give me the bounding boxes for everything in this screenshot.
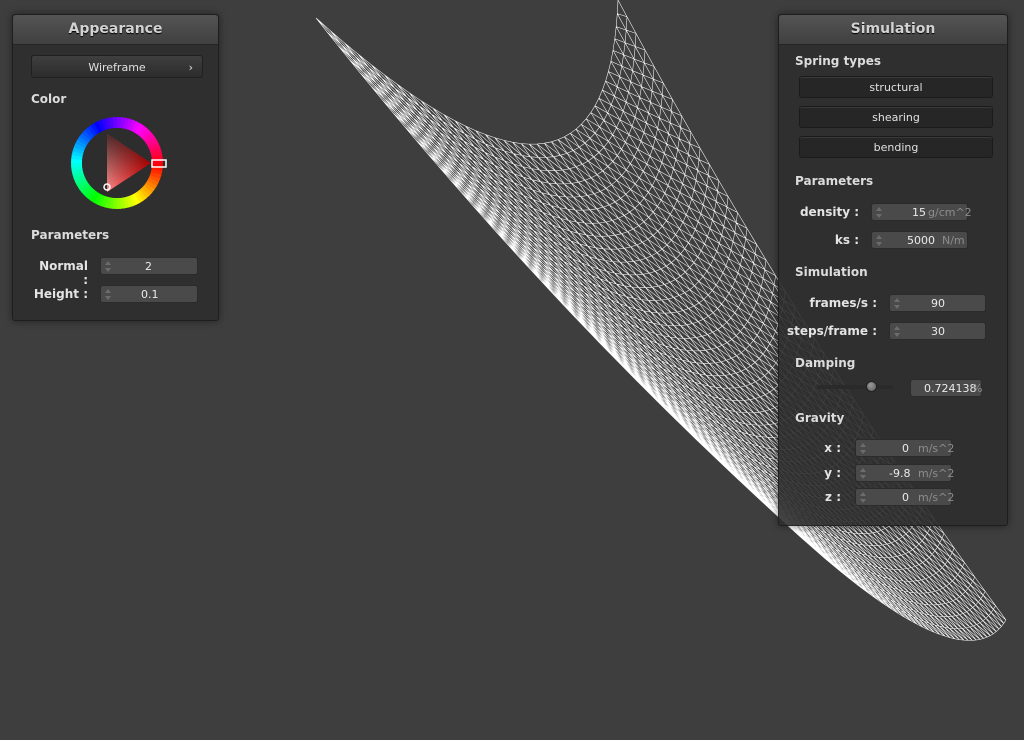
gravity-x-unit: m/s^2 [918,442,955,455]
density-unit: g/cm^2 [928,206,972,219]
steps-label: steps/frame : [787,324,877,338]
gravity-z-input[interactable]: 0 m/s^2 [855,488,955,506]
spinner-icon[interactable] [860,492,867,503]
gravity-z-value: 0 [902,491,909,504]
damping-slider[interactable] [817,385,893,389]
simulation-panel: Simulation Spring types structural shear… [778,14,1008,526]
height-input[interactable]: 0.1 [100,285,198,303]
steps-value: 30 [931,325,945,338]
simulation-section-label: Simulation [795,265,868,279]
gravity-y-label: y : [824,466,841,480]
gravity-y-input[interactable]: -9.8 m/s^2 [855,464,955,482]
normal-label: Normal : [39,259,88,287]
gravity-x-input[interactable]: 0 m/s^2 [855,439,955,457]
render-mode-dropdown[interactable]: Wireframe › [31,55,203,78]
height-value: 0.1 [141,288,159,301]
gravity-z-label: z : [825,490,841,504]
density-value: 15 [912,206,926,219]
ks-input[interactable]: 5000 N/m [871,231,968,249]
spinner-icon[interactable] [105,289,112,300]
gravity-y-unit: m/s^2 [918,467,955,480]
damping-label: Damping [795,356,856,370]
steps-input[interactable]: 30 [889,322,986,340]
density-label: density : [799,205,859,219]
damping-slider-handle[interactable] [866,381,877,392]
height-label: Height : [33,287,88,301]
ks-value: 5000 [907,234,935,247]
sim-parameters-label: Parameters [795,174,874,188]
gravity-y-value: -9.8 [889,467,911,480]
spinner-icon[interactable] [876,207,883,218]
appearance-parameters-label: Parameters [31,228,110,242]
color-section-label: Color [31,92,67,106]
spinner-icon[interactable] [860,443,867,454]
fps-value: 90 [931,297,945,310]
appearance-panel: Appearance Wireframe › Color Parameters … [12,14,219,321]
spinner-icon[interactable] [876,235,883,246]
spinner-icon[interactable] [105,261,112,272]
damping-input[interactable]: 0.724138 % [910,379,982,397]
ks-label: ks : [834,233,859,247]
damping-unit: % [972,382,983,395]
density-input[interactable]: 15 g/cm^2 [871,203,972,221]
gravity-x-value: 0 [902,442,909,455]
simulation-panel-title: Simulation [779,15,1007,45]
structural-toggle-button[interactable]: structural [799,76,993,98]
gravity-label: Gravity [795,411,845,425]
spinner-icon[interactable] [894,298,901,309]
normal-input[interactable]: 2 [100,257,198,275]
bending-toggle-button[interactable]: bending [799,136,993,158]
gravity-z-unit: m/s^2 [918,491,955,504]
appearance-panel-title: Appearance [13,15,218,45]
color-wheel-picker[interactable] [71,115,171,215]
spinner-icon[interactable] [894,326,901,337]
spinner-icon[interactable] [860,468,867,479]
normal-value: 2 [145,260,152,273]
chevron-right-icon: › [188,61,193,74]
spring-types-label: Spring types [795,54,882,68]
fps-input[interactable]: 90 [889,294,986,312]
fps-label: frames/s : [809,296,877,310]
gravity-x-label: x : [824,441,841,455]
damping-value: 0.724138 [924,382,977,395]
render-mode-label: Wireframe [88,61,146,74]
ks-unit: N/m [942,234,965,247]
shearing-toggle-button[interactable]: shearing [799,106,993,128]
